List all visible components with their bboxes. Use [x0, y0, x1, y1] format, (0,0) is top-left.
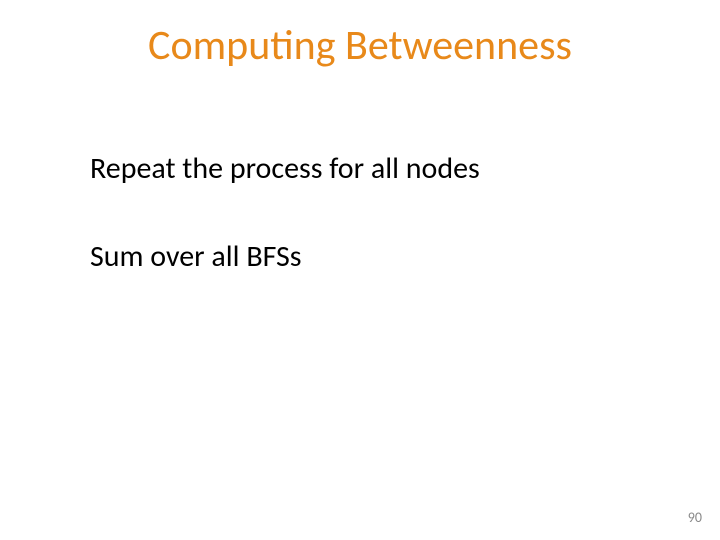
page-number: 90	[688, 509, 702, 526]
slide: Computing Betweenness Repeat the process…	[0, 0, 720, 540]
slide-title: Computing Betweenness	[0, 20, 720, 71]
body-line-1: Repeat the process for all nodes	[90, 150, 480, 187]
body-line-2: Sum over all BFSs	[90, 238, 302, 275]
